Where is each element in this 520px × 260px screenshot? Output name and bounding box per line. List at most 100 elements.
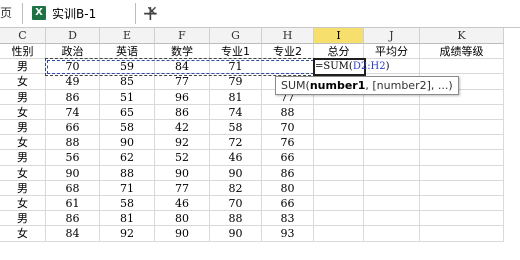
gender-cell[interactable]: 女 bbox=[0, 226, 46, 242]
table-cell[interactable] bbox=[420, 226, 504, 242]
header-cell[interactable]: 总分 bbox=[314, 44, 364, 59]
table-cell[interactable] bbox=[314, 226, 364, 242]
table-cell[interactable]: 65 bbox=[100, 104, 155, 120]
table-cell[interactable] bbox=[420, 135, 504, 151]
table-cell[interactable]: 58 bbox=[100, 196, 155, 212]
table-cell[interactable]: 61 bbox=[46, 196, 100, 212]
tab-previous[interactable]: 页 bbox=[0, 0, 22, 26]
header-cell[interactable]: 性别 bbox=[0, 44, 46, 59]
table-cell[interactable]: 93 bbox=[262, 226, 314, 242]
table-cell[interactable] bbox=[420, 165, 504, 181]
table-cell[interactable]: 82 bbox=[210, 180, 262, 196]
active-cell[interactable]: =SUM(D2:H2) bbox=[313, 58, 390, 77]
column-header-i[interactable]: I bbox=[314, 28, 364, 44]
table-cell[interactable]: 79 bbox=[210, 74, 262, 90]
table-cell[interactable]: 56 bbox=[46, 150, 100, 166]
table-cell[interactable]: 90 bbox=[46, 165, 100, 181]
table-cell[interactable]: 92 bbox=[155, 135, 210, 151]
table-cell[interactable]: 58 bbox=[100, 120, 155, 136]
table-cell[interactable] bbox=[314, 104, 364, 120]
table-cell[interactable]: 88 bbox=[262, 104, 314, 120]
table-cell[interactable]: 66 bbox=[46, 120, 100, 136]
table-cell[interactable]: 70 bbox=[210, 196, 262, 212]
header-cell[interactable]: 英语 bbox=[100, 44, 155, 59]
table-cell[interactable]: 77 bbox=[155, 74, 210, 90]
table-cell[interactable]: 86 bbox=[262, 165, 314, 181]
table-cell[interactable]: 90 bbox=[155, 165, 210, 181]
table-cell[interactable]: 90 bbox=[210, 226, 262, 242]
table-cell[interactable] bbox=[364, 104, 420, 120]
gender-cell[interactable]: 男 bbox=[0, 211, 46, 227]
gender-cell[interactable]: 男 bbox=[0, 59, 46, 75]
gender-cell[interactable]: 男 bbox=[0, 120, 46, 136]
table-cell[interactable]: 46 bbox=[210, 150, 262, 166]
header-cell[interactable]: 专业2 bbox=[262, 44, 314, 59]
column-header-c[interactable]: C bbox=[0, 28, 46, 44]
table-cell[interactable] bbox=[364, 135, 420, 151]
table-cell[interactable]: 76 bbox=[262, 135, 314, 151]
table-cell[interactable]: 83 bbox=[262, 211, 314, 227]
table-cell[interactable] bbox=[420, 180, 504, 196]
gender-cell[interactable]: 女 bbox=[0, 74, 46, 90]
table-cell[interactable] bbox=[364, 180, 420, 196]
header-cell[interactable]: 成绩等级 bbox=[420, 44, 504, 59]
table-cell[interactable]: 70 bbox=[262, 120, 314, 136]
table-cell[interactable] bbox=[314, 180, 364, 196]
table-cell[interactable] bbox=[314, 165, 364, 181]
table-cell[interactable]: 80 bbox=[262, 180, 314, 196]
table-cell[interactable] bbox=[420, 196, 504, 212]
column-header-f[interactable]: F bbox=[155, 28, 210, 44]
table-cell[interactable]: 88 bbox=[100, 165, 155, 181]
header-cell[interactable]: 政治 bbox=[46, 44, 100, 59]
tab-active-workbook[interactable]: X 实训B-1 ✕ bbox=[28, 0, 158, 27]
table-cell[interactable]: 42 bbox=[155, 120, 210, 136]
table-cell[interactable]: 71 bbox=[100, 180, 155, 196]
table-cell[interactable] bbox=[364, 120, 420, 136]
table-cell[interactable]: 90 bbox=[100, 135, 155, 151]
table-cell[interactable] bbox=[364, 226, 420, 242]
column-header-e[interactable]: E bbox=[100, 28, 155, 44]
table-cell[interactable]: 90 bbox=[155, 226, 210, 242]
gender-cell[interactable]: 女 bbox=[0, 135, 46, 151]
table-cell[interactable] bbox=[314, 150, 364, 166]
table-cell[interactable]: 88 bbox=[46, 135, 100, 151]
table-cell[interactable]: 74 bbox=[210, 104, 262, 120]
gender-cell[interactable]: 男 bbox=[0, 150, 46, 166]
table-cell[interactable] bbox=[314, 135, 364, 151]
column-header-j[interactable]: J bbox=[364, 28, 420, 44]
table-cell[interactable] bbox=[420, 120, 504, 136]
table-cell[interactable]: 51 bbox=[100, 89, 155, 105]
table-cell[interactable] bbox=[364, 211, 420, 227]
table-cell[interactable]: 68 bbox=[46, 180, 100, 196]
gender-cell[interactable]: 女 bbox=[0, 196, 46, 212]
column-header-g[interactable]: G bbox=[210, 28, 262, 44]
table-cell[interactable] bbox=[314, 196, 364, 212]
table-cell[interactable]: 85 bbox=[100, 74, 155, 90]
table-cell[interactable]: 81 bbox=[100, 211, 155, 227]
table-cell[interactable] bbox=[314, 211, 364, 227]
table-cell[interactable]: 49 bbox=[46, 74, 100, 90]
table-cell[interactable] bbox=[364, 165, 420, 181]
table-cell[interactable] bbox=[420, 104, 504, 120]
table-cell[interactable] bbox=[420, 59, 504, 75]
table-cell[interactable]: 52 bbox=[155, 150, 210, 166]
table-cell[interactable] bbox=[420, 150, 504, 166]
table-cell[interactable]: 81 bbox=[210, 89, 262, 105]
table-cell[interactable]: 86 bbox=[46, 211, 100, 227]
column-header-h[interactable]: H bbox=[262, 28, 314, 44]
gender-cell[interactable]: 男 bbox=[0, 89, 46, 105]
column-header-d[interactable]: D bbox=[46, 28, 100, 44]
table-cell[interactable]: 96 bbox=[155, 89, 210, 105]
table-cell[interactable]: 84 bbox=[46, 226, 100, 242]
table-cell[interactable]: 58 bbox=[210, 120, 262, 136]
table-cell[interactable] bbox=[420, 211, 504, 227]
header-cell[interactable]: 数学 bbox=[155, 44, 210, 59]
table-cell[interactable]: 88 bbox=[210, 211, 262, 227]
table-cell[interactable]: 90 bbox=[210, 165, 262, 181]
new-tab-button[interactable]: + bbox=[142, 0, 159, 26]
table-cell[interactable]: 46 bbox=[155, 196, 210, 212]
table-cell[interactable]: 66 bbox=[262, 150, 314, 166]
table-cell[interactable]: 86 bbox=[46, 89, 100, 105]
gender-cell[interactable]: 女 bbox=[0, 165, 46, 181]
table-cell[interactable]: 72 bbox=[210, 135, 262, 151]
